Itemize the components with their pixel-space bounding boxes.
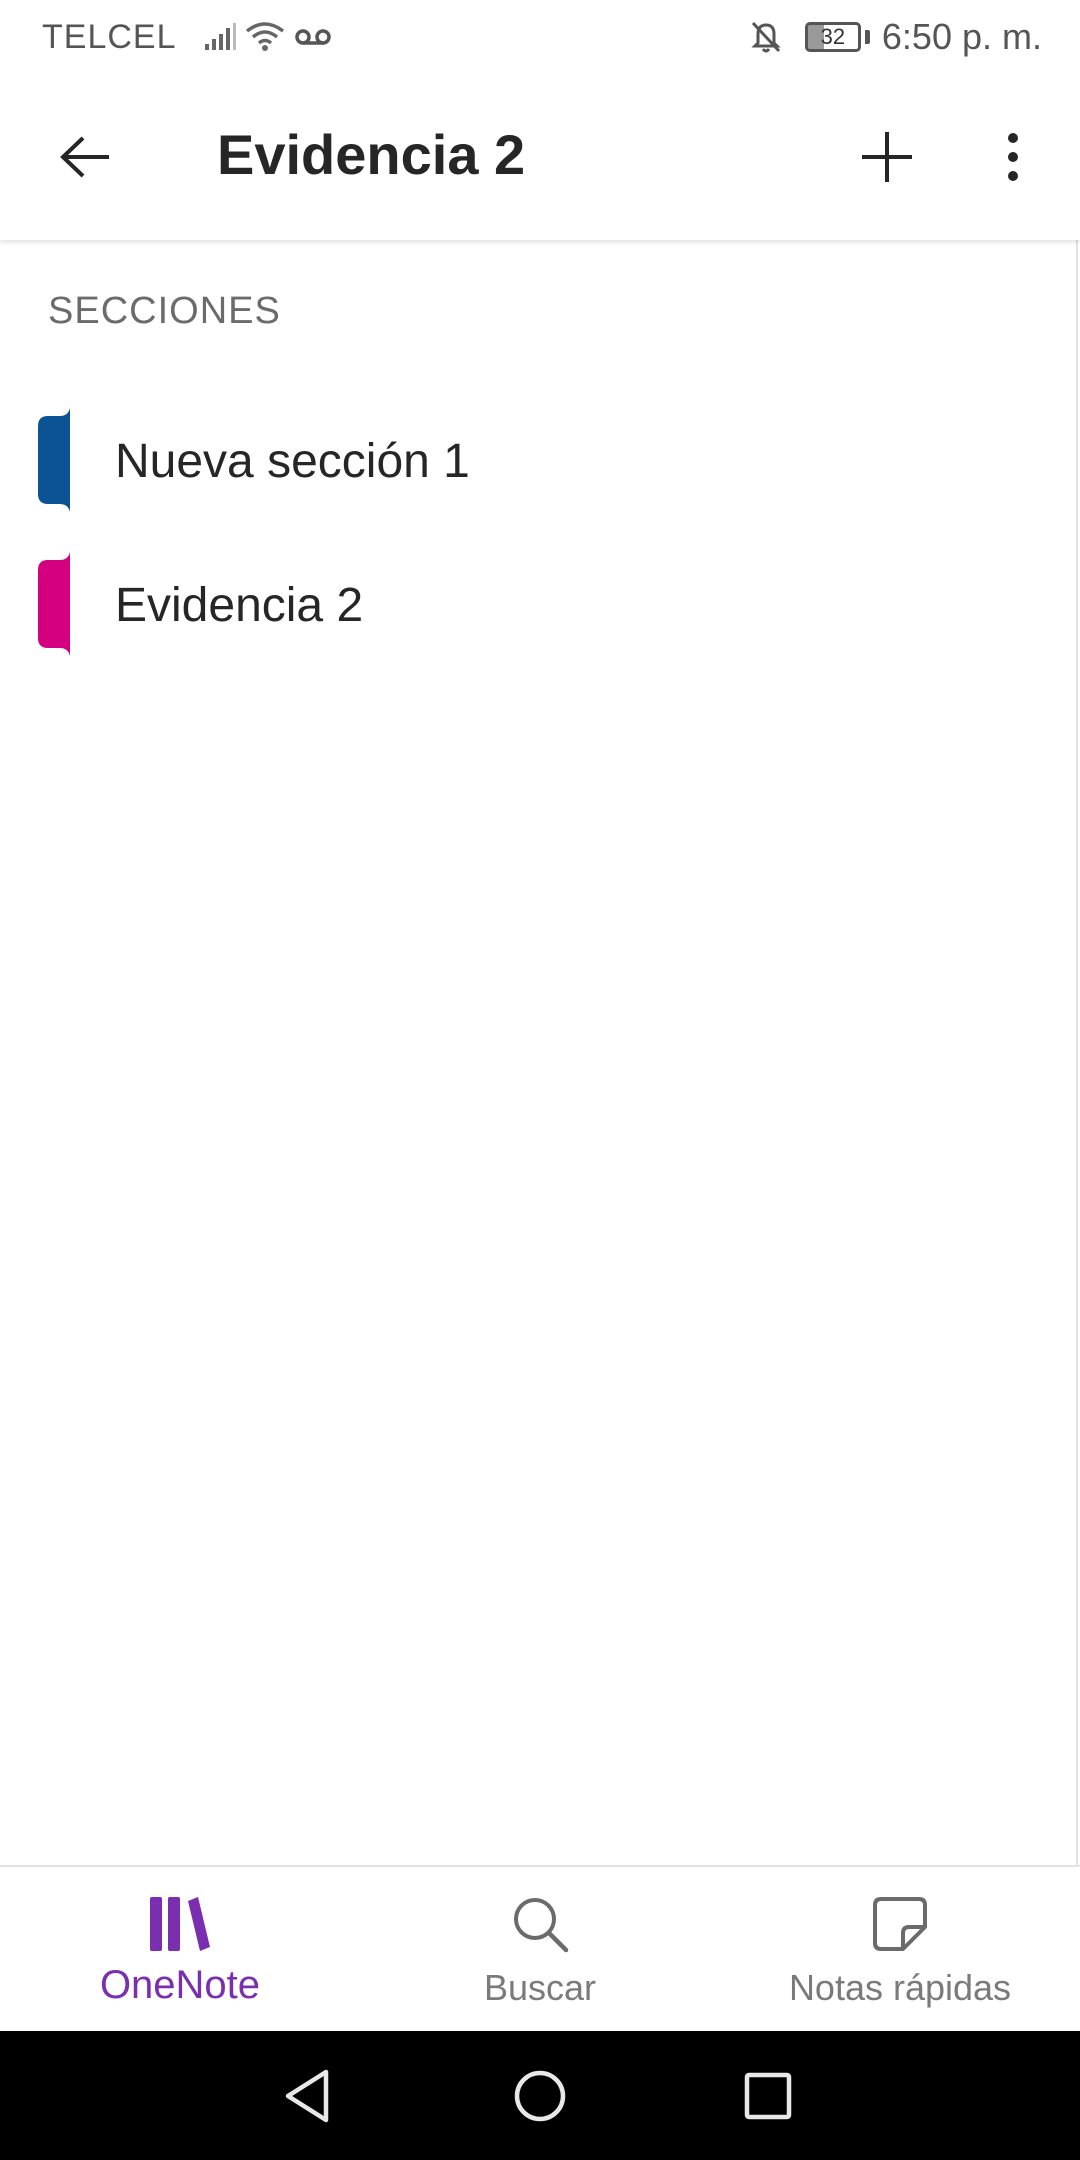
nav-label: OneNote [99,1963,261,2007]
status-bar: TELCEL 32 6:50 p. m. [0,0,1080,74]
sections-list: SECCIONES Nueva sección 1 Evidencia 2 [0,240,1080,1865]
battery-icon: 32 [804,22,861,52]
nav-item-buscar[interactable]: Buscar [440,1867,640,2033]
section-item-evidencia-2[interactable]: Evidencia 2 [0,532,1076,676]
voicemail-icon [294,27,331,47]
sticky-note-icon [871,1893,929,1955]
system-navigation-bar [0,2031,1080,2160]
onenote-screen: TELCEL 32 6:50 p. m. Evidencia 2 SECCION… [0,0,1080,2160]
section-color-tab [38,408,70,512]
more-options-button[interactable] [990,124,1036,190]
section-item-nueva-seccion-1[interactable]: Nueva sección 1 [0,388,1076,532]
onenote-notebooks-icon [148,1893,212,1955]
plus-icon [862,132,912,182]
back-triangle-icon [285,2069,329,2123]
signal-icon [203,22,237,52]
system-home-button[interactable] [505,2061,575,2131]
section-label: Evidencia 2 [115,579,364,632]
nav-label: Notas rápidas [788,1967,1012,2008]
clock: 6:50 p. m. [881,16,1042,57]
more-vertical-icon [1008,133,1018,181]
bell-off-icon [749,19,783,55]
status-left: TELCEL [42,18,331,57]
nav-item-notas-rapidas[interactable]: Notas rápidas [760,1867,1040,2033]
wifi-icon [245,21,285,53]
carrier-name: TELCEL [42,17,177,56]
battery-tip [864,30,870,44]
battery-level: 32 [820,24,846,49]
section-color-tab [38,552,70,656]
bottom-navigation: OneNote Buscar Notas rápidas [0,1865,1080,2031]
home-circle-icon [514,2070,566,2122]
app-bar: Evidencia 2 [0,74,1080,240]
page-title: Evidencia 2 [217,123,526,186]
section-label: Nueva sección 1 [115,435,470,488]
system-recents-button[interactable] [733,2061,803,2131]
content-edge [1076,240,1078,1865]
nav-label: Buscar [483,1967,597,2008]
recents-square-icon [744,2072,792,2120]
search-icon [510,1893,570,1955]
back-arrow-icon [60,136,109,178]
add-section-button[interactable] [852,124,922,190]
status-right: 32 6:50 p. m. [749,16,1042,58]
sections-header: SECCIONES [48,290,281,332]
back-button[interactable] [52,124,118,190]
nav-item-onenote[interactable]: OneNote [80,1867,280,2033]
system-back-button[interactable] [272,2061,342,2131]
